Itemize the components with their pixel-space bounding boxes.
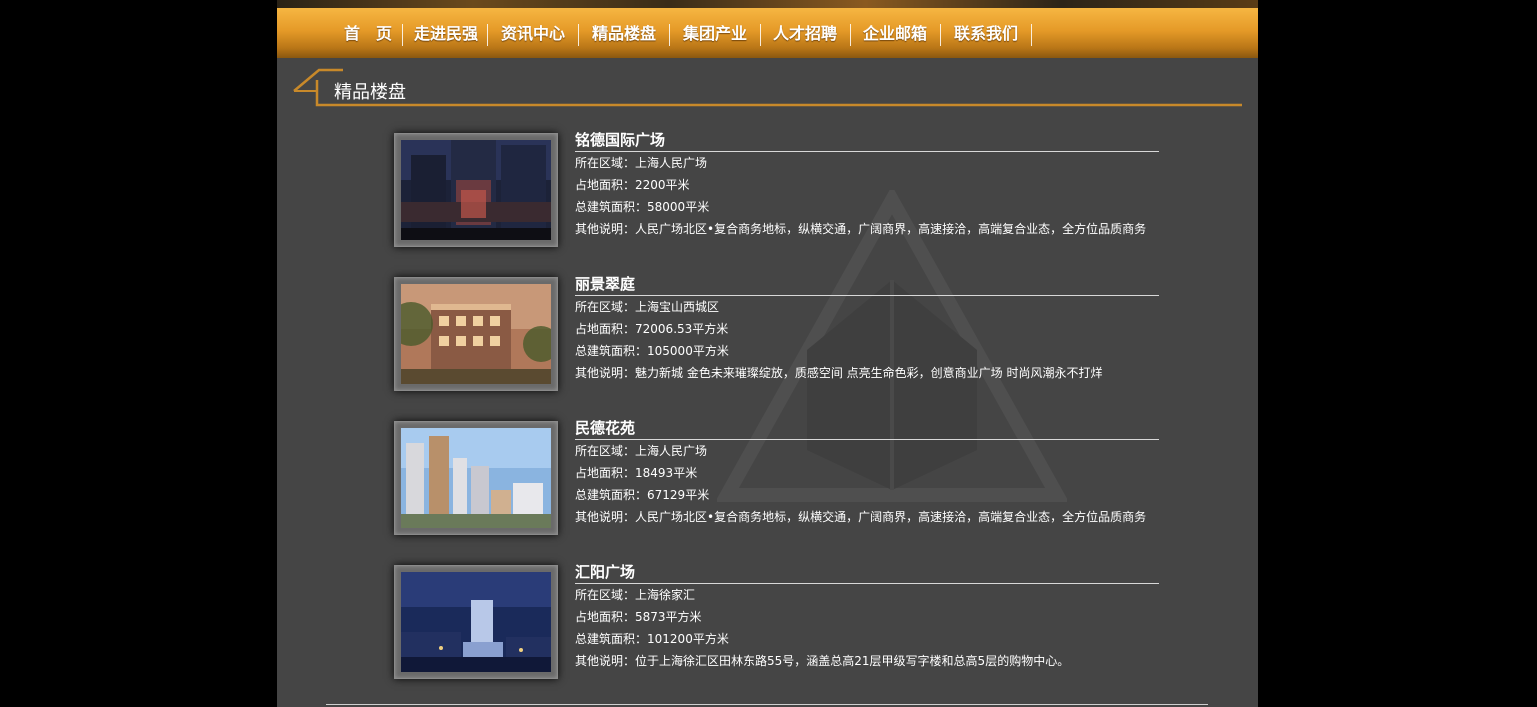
section-header: 精品楼盘	[277, 58, 1258, 114]
property-info: 民德花苑 所在区域：上海人民广场 占地面积：18493平米 总建筑面积：6712…	[575, 418, 1159, 528]
property-build-area: 总建筑面积：101200平方米	[575, 632, 729, 646]
property-item: 丽景翠庭 所在区域：上海宝山西城区 占地面积：72006.53平方米 总建筑面积…	[394, 274, 1164, 397]
property-land-area: 占地面积：18493平米	[575, 466, 698, 480]
nav-separator	[940, 24, 941, 46]
nav-contact[interactable]: 联系我们	[952, 22, 1020, 46]
nav-separator	[760, 24, 761, 46]
property-thumbnail[interactable]	[394, 421, 558, 535]
property-note: 其他说明：人民广场北区•复合商务地标，纵横交通，广阔商界，高速接洽，高端复合业态…	[575, 510, 1147, 524]
property-build-area: 总建筑面积：67129平米	[575, 488, 710, 502]
nav-email[interactable]: 企业邮箱	[861, 22, 929, 46]
property-name[interactable]: 汇阳广场	[575, 562, 1159, 584]
nav-news[interactable]: 资讯中心	[499, 22, 567, 46]
property-area: 所在区域：上海人民广场	[575, 156, 708, 170]
building-image	[401, 428, 551, 528]
property-build-area: 总建筑面积：58000平米	[575, 200, 710, 214]
property-area: 所在区域：上海人民广场	[575, 444, 708, 458]
nav-separator	[1031, 24, 1032, 46]
nav-about[interactable]: 走进民强	[410, 22, 482, 46]
property-build-area: 总建筑面积：105000平方米	[575, 344, 729, 358]
property-info: 丽景翠庭 所在区域：上海宝山西城区 占地面积：72006.53平方米 总建筑面积…	[575, 274, 1159, 384]
property-info: 汇阳广场 所在区域：上海徐家汇 占地面积：5873平方米 总建筑面积：10120…	[575, 562, 1159, 672]
property-info: 铭德国际广场 所在区域：上海人民广场 占地面积：2200平米 总建筑面积：580…	[575, 130, 1159, 240]
list-divider	[326, 704, 1208, 705]
nav-separator	[578, 24, 579, 46]
building-image	[401, 572, 551, 672]
property-area: 所在区域：上海徐家汇	[575, 588, 696, 602]
nav-separator	[850, 24, 851, 46]
house-outline-icon	[293, 68, 1242, 107]
property-name[interactable]: 丽景翠庭	[575, 274, 1159, 296]
property-item: 铭德国际广场 所在区域：上海人民广场 占地面积：2200平米 总建筑面积：580…	[394, 130, 1164, 253]
page-container: 首 页 走进民强 资讯中心 精品楼盘 集团产业 人才招聘 企业邮箱 联系我们 精…	[277, 0, 1258, 707]
property-land-area: 占地面积：72006.53平方米	[575, 322, 729, 336]
property-land-area: 占地面积：2200平米	[575, 178, 690, 192]
property-thumbnail[interactable]	[394, 133, 558, 247]
nav-separator	[669, 24, 670, 46]
property-name[interactable]: 民德花苑	[575, 418, 1159, 440]
property-item: 民德花苑 所在区域：上海人民广场 占地面积：18493平米 总建筑面积：6712…	[394, 418, 1164, 541]
property-note: 其他说明：位于上海徐汇区田林东路55号，涵盖总高21层甲级写字楼和总高5层的购物…	[575, 654, 1070, 668]
main-navbar: 首 页 走进民强 资讯中心 精品楼盘 集团产业 人才招聘 企业邮箱 联系我们	[277, 8, 1258, 58]
nav-properties[interactable]: 精品楼盘	[590, 22, 658, 46]
nav-separator	[402, 24, 403, 46]
nav-industries[interactable]: 集团产业	[681, 22, 749, 46]
property-area: 所在区域：上海宝山西城区	[575, 300, 720, 314]
building-image	[401, 284, 551, 384]
nav-careers[interactable]: 人才招聘	[771, 22, 839, 46]
property-item: 汇阳广场 所在区域：上海徐家汇 占地面积：5873平方米 总建筑面积：10120…	[394, 562, 1164, 685]
property-note: 其他说明：魅力新城 金色未来璀璨绽放，质感空间 点亮生命色彩，创意商业广场 时尚…	[575, 366, 1103, 380]
nav-home[interactable]: 首 页	[343, 22, 393, 46]
section-title: 精品楼盘	[334, 82, 406, 103]
property-land-area: 占地面积：5873平方米	[575, 610, 702, 624]
property-name[interactable]: 铭德国际广场	[575, 130, 1159, 152]
property-note: 其他说明：人民广场北区•复合商务地标，纵横交通，广阔商界，高速接洽，高端复合业态…	[575, 222, 1147, 236]
header-banner-strip	[277, 0, 1258, 8]
nav-separator	[487, 24, 488, 46]
property-thumbnail[interactable]	[394, 565, 558, 679]
building-image	[401, 140, 551, 240]
property-thumbnail[interactable]	[394, 277, 558, 391]
